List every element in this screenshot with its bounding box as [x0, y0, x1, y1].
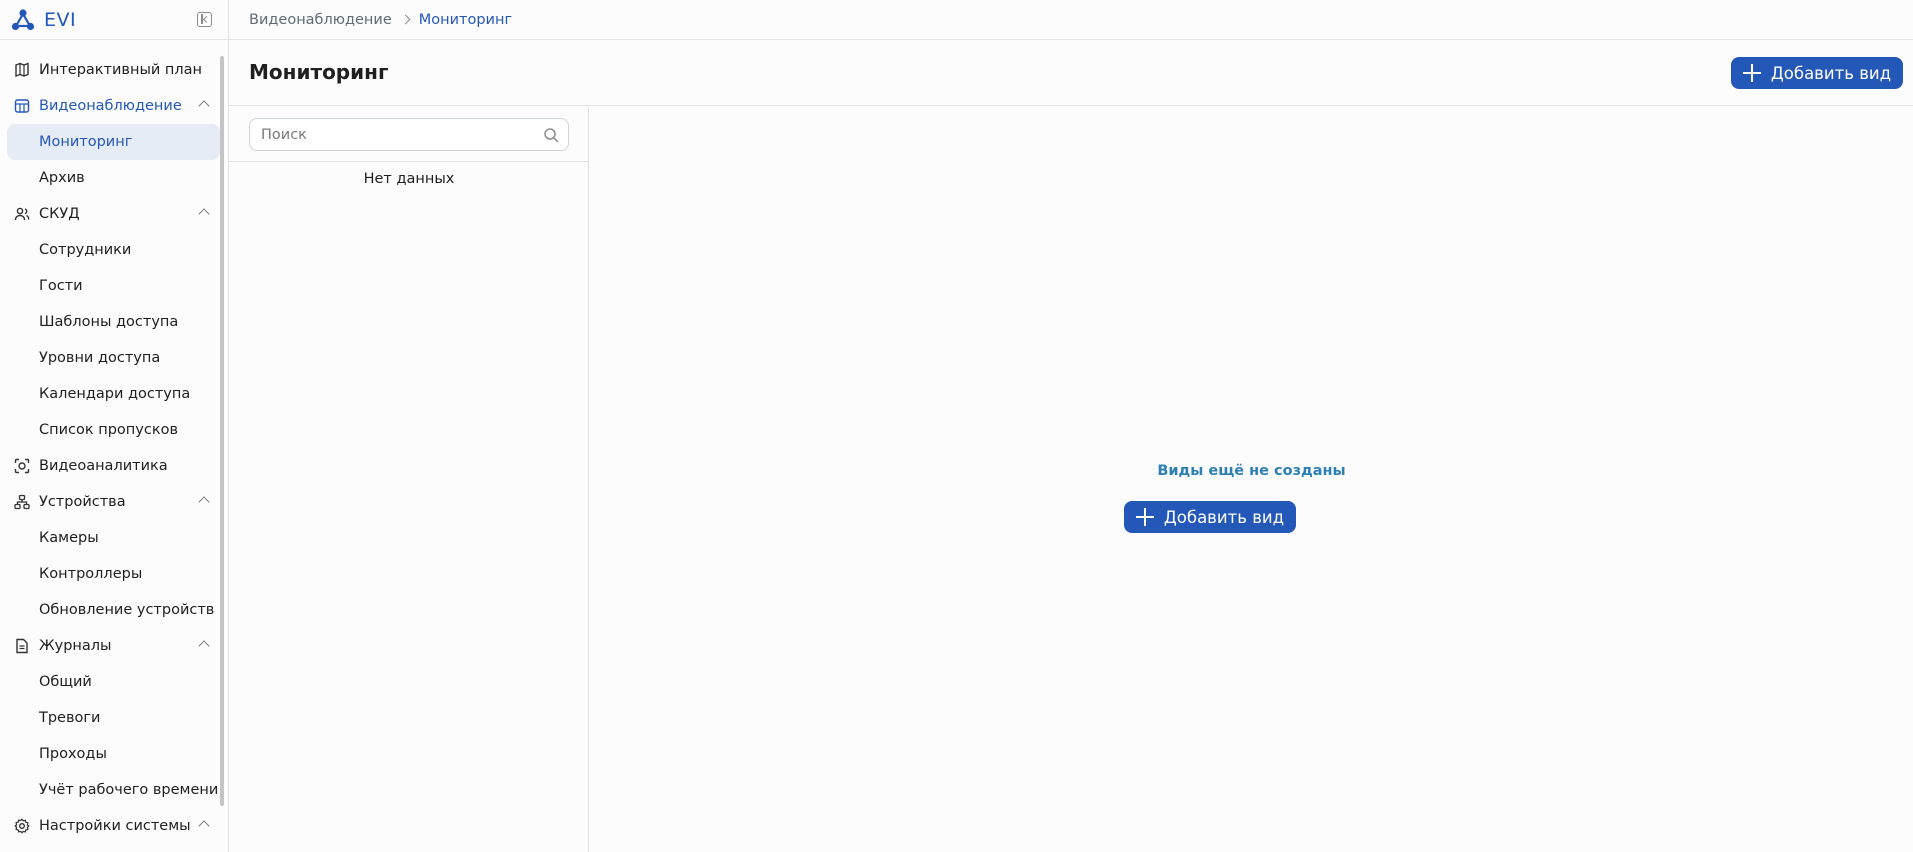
sidebar-item-13[interactable]: Камеры — [0, 520, 220, 556]
sidebar-item-label: Видеоаналитика — [39, 458, 168, 474]
sidebar-item-label: Камеры — [39, 530, 99, 546]
sidebar: EVI Интерактивный план Видеонаблюдение Мон… — [0, 0, 229, 852]
page-title: Мониторинг — [249, 60, 389, 84]
sidebar-item-label: Уровни доступа — [39, 350, 161, 366]
sidebar-item-label: Контроллеры — [39, 566, 143, 582]
sidebar-item-label: Общий — [39, 674, 92, 690]
sidebar-item-4[interactable]: СКУД — [0, 196, 220, 232]
no-data-text: Нет данных — [363, 171, 455, 187]
logo-icon — [11, 8, 35, 30]
sidebar-item-label: Видеонаблюдение — [39, 98, 182, 114]
empty-state: Виды ещё не созданы Добавить вид — [590, 107, 1913, 852]
sidebar-item-17[interactable]: Общий — [0, 664, 220, 700]
empty-state-message: Виды ещё не созданы — [1157, 463, 1346, 479]
sidebar-item-11[interactable]: Видеоаналитика — [0, 448, 220, 484]
sidebar-item-label: Сотрудники — [39, 242, 132, 258]
add-view-button[interactable]: Добавить вид — [1731, 57, 1903, 89]
sidebar-item-label: Мониторинг — [39, 134, 133, 150]
search-input[interactable] — [250, 119, 520, 150]
sidebar-item-10[interactable]: Список пропусков — [0, 412, 220, 448]
devices-icon — [14, 494, 30, 510]
sidebar-item-label: Интерактивный план — [39, 62, 203, 78]
page-header: Мониторинг Добавить вид — [229, 40, 1913, 106]
sidebar-item-label: Проходы — [39, 746, 107, 762]
sidebar-item-label: Календари доступа — [39, 386, 191, 402]
search-icon[interactable] — [543, 127, 559, 143]
sidebar-item-19[interactable]: Проходы — [0, 736, 220, 772]
breadcrumb-item-monitoring: Мониторинг — [418, 11, 513, 28]
chevron-up-icon[interactable] — [198, 640, 210, 652]
chevron-up-icon[interactable] — [198, 496, 210, 508]
breadcrumb-item-video[interactable]: Видеонаблюдение — [249, 12, 392, 28]
sidebar-item-label: СКУД — [39, 206, 80, 222]
sidebar-item-label: Настройки системы — [39, 818, 191, 834]
empty-add-view-button[interactable]: Добавить вид — [1124, 501, 1296, 533]
video-grid-icon — [14, 98, 30, 114]
sidebar-item-label: Шаблоны доступа — [39, 314, 179, 330]
sidebar-item-5[interactable]: Сотрудники — [0, 232, 220, 268]
search-box — [249, 118, 569, 151]
sidebar-item-label: Обновление устройств — [39, 602, 215, 618]
sidebar-item-20[interactable]: Учёт рабочего времени — [0, 772, 220, 808]
sidebar-item-0[interactable]: Интерактивный план — [0, 52, 220, 88]
gear-icon — [14, 818, 30, 834]
sidebar-item-18[interactable]: Тревоги — [0, 700, 220, 736]
users-icon — [14, 206, 30, 222]
document-icon — [14, 638, 30, 654]
sidebar-item-8[interactable]: Уровни доступа — [0, 340, 220, 376]
sidebar-item-12[interactable]: Устройства — [0, 484, 220, 520]
chevron-up-icon[interactable] — [198, 100, 210, 112]
camera-focus-icon — [14, 458, 30, 474]
logo-row: EVI — [0, 0, 228, 40]
sidebar-item-label: Тревоги — [39, 710, 101, 726]
sidebar-item-label: Учёт рабочего времени — [39, 782, 219, 798]
sidebar-scrollbar[interactable] — [220, 56, 224, 806]
divider — [229, 161, 589, 162]
sidebar-item-label: Журналы — [39, 638, 112, 654]
sidebar-item-7[interactable]: Шаблоны доступа — [0, 304, 220, 340]
sidebar-item-label: Устройства — [39, 494, 126, 510]
sidebar-item-label: Архив — [39, 170, 85, 186]
sidebar-nav: Интерактивный план Видеонаблюдение Монитор… — [0, 52, 220, 844]
sidebar-item-label: Гости — [39, 278, 83, 294]
plus-icon — [1135, 508, 1154, 526]
sidebar-item-1[interactable]: Видеонаблюдение — [0, 88, 220, 124]
chevron-up-icon[interactable] — [198, 820, 210, 832]
app: EVI Интерактивный план Видеонаблюдение Мон… — [0, 0, 1913, 852]
app-name: EVI — [44, 8, 77, 31]
plus-icon — [1742, 64, 1761, 82]
sidebar-item-9[interactable]: Календари доступа — [0, 376, 220, 412]
add-view-label: Добавить вид — [1770, 63, 1892, 83]
sidebar-item-6[interactable]: Гости — [0, 268, 220, 304]
empty-add-view-label: Добавить вид — [1163, 507, 1285, 527]
sidebar-item-21[interactable]: Настройки системы — [0, 808, 220, 844]
chevron-right-icon — [400, 14, 411, 25]
sidebar-item-2[interactable]: Мониторинг — [7, 124, 220, 160]
sidebar-item-3[interactable]: Архив — [0, 160, 220, 196]
map-icon — [14, 62, 30, 78]
views-list-panel: Нет данных — [229, 107, 589, 852]
breadcrumb: Видеонаблюдение Мониторинг — [229, 0, 1913, 40]
sidebar-item-label: Список пропусков — [39, 422, 179, 438]
sidebar-item-16[interactable]: Журналы — [0, 628, 220, 664]
collapse-sidebar-icon[interactable] — [197, 12, 212, 27]
sidebar-item-14[interactable]: Контроллеры — [0, 556, 220, 592]
chevron-up-icon[interactable] — [198, 208, 210, 220]
sidebar-item-15[interactable]: Обновление устройств — [0, 592, 220, 628]
